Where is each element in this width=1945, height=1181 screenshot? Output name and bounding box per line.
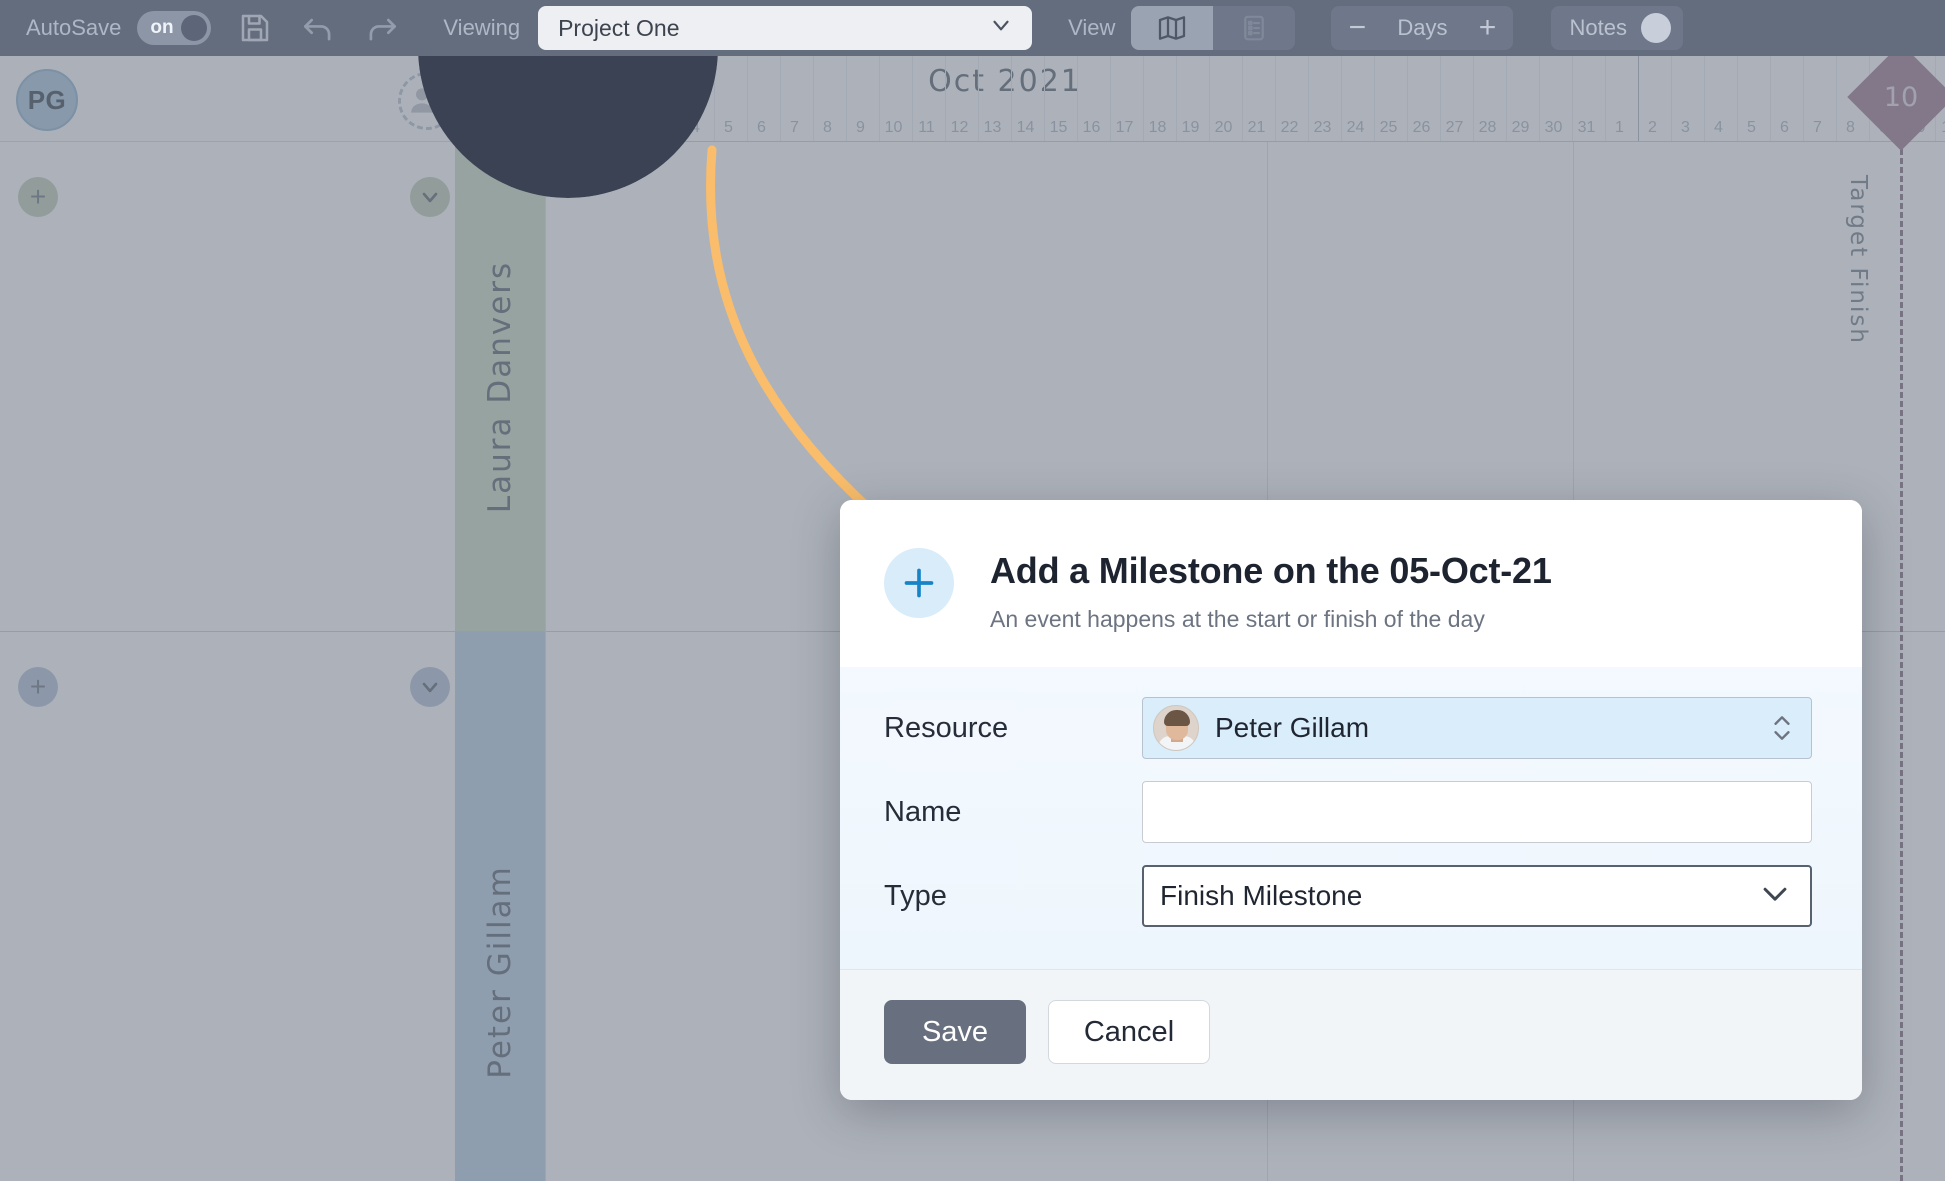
undo-icon[interactable] [299,9,337,47]
cancel-button[interactable]: Cancel [1048,1000,1210,1064]
list-view-icon[interactable] [1213,6,1295,50]
type-label: Type [884,879,947,912]
resource-value: Peter Gillam [1215,712,1370,743]
target-finish-number: 10 [1883,81,1919,113]
target-finish-label: Target Finish [1845,175,1871,345]
zoom-in-button[interactable]: + [1461,6,1513,50]
project-selector[interactable]: Project One [538,6,1033,50]
viewing-label: Viewing [443,15,521,40]
dialog-form: Resource Peter Gillam Name Type Finish M… [840,667,1862,969]
top-toolbar: AutoSave on Viewing Project One View − D… [0,0,1945,56]
autosave-toggle[interactable]: on [137,11,212,45]
type-select[interactable]: Finish Milestone [1142,865,1812,927]
zoom-controls: − Days + [1331,6,1514,50]
lane-add-task-icon[interactable]: + [18,667,58,707]
add-milestone-dialog: Add a Milestone on the 05-Oct-21 An even… [840,500,1862,1100]
dialog-title: Add a Milestone on the 05-Oct-21 [990,550,1552,591]
save-button[interactable]: Save [884,1000,1026,1064]
timeline-day-ticks: 3012345678910111213141516171819202122232… [545,55,1945,141]
dialog-subtitle: An event happens at the start or finish … [990,606,1485,632]
target-finish-line [1900,140,1903,1181]
lane-name-column: Peter Gillam [455,632,545,1181]
name-label: Name [884,795,962,828]
grid-line [545,142,546,1181]
resource-select[interactable]: Peter Gillam [1142,697,1812,759]
lane-name-label: Laura Danvers [482,260,518,513]
toggle-knob [181,15,208,41]
notes-label: Notes [1569,15,1627,40]
project-name-label: Project One [558,14,680,41]
view-mode-switch [1131,6,1296,50]
redo-icon[interactable] [363,9,401,47]
resource-label: Resource [884,711,1009,744]
dialog-header: Add a Milestone on the 05-Oct-21 An even… [840,500,1862,667]
lane-name-label: Peter Gillam [482,865,518,1080]
zoom-out-button[interactable]: − [1331,6,1383,50]
resource-row: Resource Peter Gillam [840,697,1862,759]
lane-add-task-icon[interactable]: + [18,177,58,217]
app-root: + ⌃⌄ Laura Danvers + ⌃⌄ Peter Gillam P [0,0,1945,1181]
autosave-label: AutoSave [26,15,122,40]
notes-toggle[interactable]: Notes [1551,6,1683,50]
type-row: Type Finish Milestone [840,865,1862,927]
chevron-down-icon[interactable] [1758,877,1792,916]
save-icon[interactable] [237,10,273,46]
lane-collapse-icon[interactable] [410,667,450,707]
dialog-footer: Save Cancel [840,969,1862,1100]
chevron-down-icon [988,12,1014,44]
dialog-header-text: Add a Milestone on the 05-Oct-21 An even… [990,546,1552,633]
lane-name-column: Laura Danvers [455,142,545,631]
view-label: View [1068,15,1116,40]
name-input[interactable] [1142,781,1812,843]
timeline-ruler: Oct 2021 3012345678910111213141516171819… [545,55,1945,142]
avatar[interactable]: PG [16,69,78,131]
zoom-unit-label: Days [1397,15,1448,40]
avatar-photo [1153,705,1199,751]
name-row: Name [840,781,1862,843]
autosave-state-label: on [150,17,174,38]
plus-icon [884,548,954,618]
toggle-knob [1640,13,1671,43]
type-value: Finish Milestone [1160,880,1363,911]
lane-collapse-icon[interactable] [410,177,450,217]
stepper-updown-icon[interactable] [1771,714,1793,742]
map-view-icon[interactable] [1131,6,1214,50]
